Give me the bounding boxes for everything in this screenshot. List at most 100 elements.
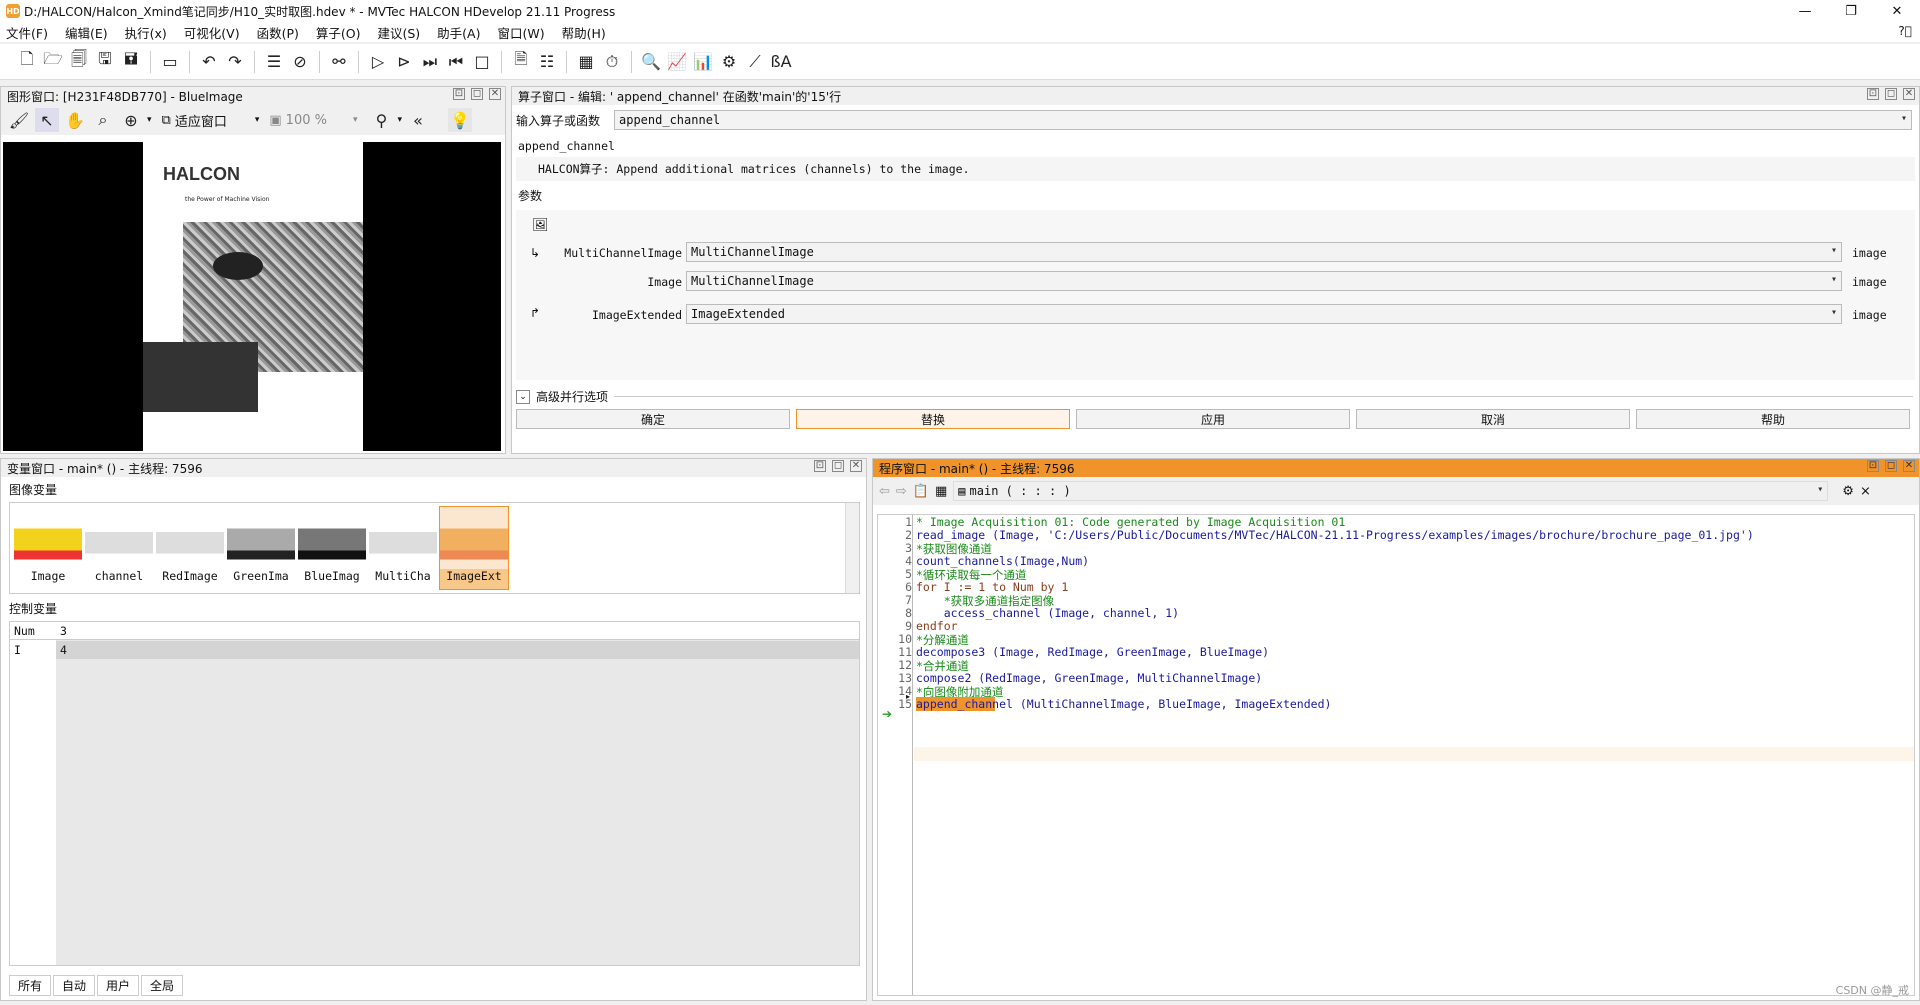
hand-icon[interactable]: ✋ xyxy=(63,108,87,132)
close-panel-icon[interactable]: ✕ xyxy=(1903,460,1915,472)
lightbulb-icon[interactable]: 💡 xyxy=(448,108,473,132)
zoom-icon[interactable]: 🔍 xyxy=(638,49,664,75)
chevron-down-icon[interactable]: ▾ xyxy=(1901,113,1907,124)
tab-global[interactable]: 全局 xyxy=(141,975,184,996)
profiler-icon[interactable]: ⏱ xyxy=(599,49,625,75)
back-icon[interactable]: ⇦ xyxy=(879,484,890,499)
chevron-down-icon[interactable]: ▾ xyxy=(398,115,403,125)
operator-input[interactable]: append_channel ▾ xyxy=(614,110,1912,130)
zoom-combo[interactable]: ▣ 100 % ▾ xyxy=(269,113,357,128)
menu-visualize[interactable]: 可视化(V) xyxy=(184,23,240,42)
menu-operators[interactable]: 算子(O) xyxy=(316,23,361,42)
menu-edit[interactable]: 编辑(E) xyxy=(65,23,108,42)
menu-execute[interactable]: 执行(x) xyxy=(125,23,167,42)
float-icon[interactable]: ⊡ xyxy=(453,88,465,100)
image-var-thumb[interactable]: Image xyxy=(14,507,82,589)
tab-auto[interactable]: 自动 xyxy=(53,975,96,996)
menu-help[interactable]: 帮助(H) xyxy=(562,23,606,42)
brush-icon[interactable]: 🖌 xyxy=(7,108,31,132)
replace-button[interactable]: 替换 xyxy=(796,409,1070,429)
gray-profile-icon[interactable]: ⟋ xyxy=(742,49,768,75)
undo-icon[interactable]: ↶ xyxy=(196,49,222,75)
reset-icon[interactable]: 🗎 xyxy=(508,49,534,75)
insert-breakpoint-icon[interactable]: ☰ xyxy=(261,49,287,75)
float-icon[interactable]: ⊡ xyxy=(814,460,826,472)
grid-icon[interactable]: ▦ xyxy=(935,484,947,499)
clipboard-icon[interactable]: 📋 xyxy=(913,484,929,499)
advanced-options[interactable]: ⌄ 高级并行选项 xyxy=(516,388,1919,405)
context-help-icon[interactable]: ?⃞ xyxy=(1898,24,1912,38)
redo-icon[interactable]: ↷ xyxy=(222,49,248,75)
step-over-icon[interactable]: ⊳ xyxy=(391,49,417,75)
image-var-thumb[interactable]: BlueImag xyxy=(298,507,366,589)
menu-procedures[interactable]: 函数(P) xyxy=(257,23,299,42)
chevron-down-icon[interactable]: ▾ xyxy=(147,115,152,125)
close-panel-icon[interactable]: ✕ xyxy=(850,460,862,472)
param-value-combo[interactable]: MultiChannelImage ▾ xyxy=(686,242,1842,262)
tab-all[interactable]: 所有 xyxy=(9,975,52,996)
close-button[interactable]: ✕ xyxy=(1874,0,1920,22)
forward-icon[interactable]: ⇨ xyxy=(896,484,907,499)
image-acquisition-icon[interactable]: ▦ xyxy=(573,49,599,75)
code-editor[interactable]: 1 2 3 4 5 6 7 8 9 10 11 12 13 14 15 ▸ ➔ … xyxy=(877,514,1915,996)
procedure-combo[interactable]: ▤ main ( : : : ) ▾ xyxy=(953,481,1829,501)
zoom-in-icon[interactable]: ⊕ xyxy=(119,108,143,132)
ok-button[interactable]: 确定 xyxy=(516,409,790,429)
pointer-icon[interactable]: ↖ xyxy=(35,108,59,132)
save-icon[interactable]: 🖫 xyxy=(92,49,118,75)
line-number: 5 xyxy=(905,567,912,581)
program-title: 程序窗口 - main* () - 主线程: 7596 xyxy=(879,461,1075,476)
find-icon[interactable]: ⚯ xyxy=(326,49,352,75)
open-file-icon[interactable]: 🗁 xyxy=(40,49,66,75)
param-value-combo[interactable]: MultiChannelImage ▾ xyxy=(686,271,1842,291)
float-icon[interactable]: ⊡ xyxy=(1867,460,1879,472)
camera-icon[interactable]: ▭ xyxy=(157,49,183,75)
image-var-thumb[interactable]: channel xyxy=(85,507,153,589)
image-var-thumb[interactable]: RedImage xyxy=(156,507,224,589)
run-icon[interactable]: ▷ xyxy=(365,49,391,75)
table-row[interactable]: Num 3 xyxy=(10,622,859,640)
tab-user[interactable]: 用户 xyxy=(97,975,140,996)
histogram-icon[interactable]: 📊 xyxy=(690,49,716,75)
close-panel-icon[interactable]: ✕ xyxy=(489,88,501,100)
maximize-panel-icon[interactable]: ◻ xyxy=(1885,460,1897,472)
menu-window[interactable]: 窗口(W) xyxy=(497,23,544,42)
ocr-icon[interactable]: ßA xyxy=(768,49,794,75)
close-panel-icon[interactable]: ✕ xyxy=(1903,88,1915,100)
menu-suggestions[interactable]: 建议(S) xyxy=(377,23,420,42)
fit-window-button[interactable]: ⧉ 适应窗口 ▾ xyxy=(162,111,260,130)
report-icon[interactable]: ☷ xyxy=(534,49,560,75)
maximize-button[interactable]: ❐ xyxy=(1828,0,1874,22)
maximize-panel-icon[interactable]: ◻ xyxy=(1885,88,1897,100)
collapse-icon[interactable]: « xyxy=(406,108,430,132)
graphics-header: 图形窗口: [H231F48DB770] - BlueImage ⊡ ◻ ✕ xyxy=(1,87,505,105)
param-value-combo[interactable]: ImageExtended ▾ xyxy=(686,304,1842,324)
feature-inspection-icon[interactable]: ⚙ xyxy=(716,49,742,75)
minimize-button[interactable]: — xyxy=(1782,0,1828,22)
float-icon[interactable]: ⊡ xyxy=(1867,88,1879,100)
step-out-icon[interactable]: ⏮ xyxy=(443,49,469,75)
image-vars-scrollbar[interactable] xyxy=(845,503,859,593)
image-var-thumb-selected[interactable]: ImageExt xyxy=(439,506,509,590)
apply-button[interactable]: 应用 xyxy=(1076,409,1350,429)
magnifier-icon[interactable]: ⌕ xyxy=(91,108,115,132)
procedure-settings-icon[interactable]: ⚙ xyxy=(1842,484,1854,499)
open-example-icon[interactable]: 🗐 xyxy=(66,49,92,75)
help-button[interactable]: 帮助 xyxy=(1636,409,1910,429)
step-into-icon[interactable]: ⏭ xyxy=(417,49,443,75)
clear-icon[interactable]: ⨯ xyxy=(1860,484,1871,499)
save-all-icon[interactable]: 🖬 xyxy=(118,49,144,75)
menu-assistants[interactable]: 助手(A) xyxy=(437,23,480,42)
stop-icon[interactable]: □ xyxy=(469,49,495,75)
new-file-icon[interactable]: 🗋 xyxy=(14,49,40,75)
line-profile-icon[interactable]: 📈 xyxy=(664,49,690,75)
table-row-selected[interactable]: I 4 xyxy=(10,641,859,659)
draw-shapes-icon[interactable]: ⚲ xyxy=(370,108,394,132)
cancel-button[interactable]: 取消 xyxy=(1356,409,1630,429)
maximize-panel-icon[interactable]: ◻ xyxy=(832,460,844,472)
menu-file[interactable]: 文件(F) xyxy=(6,23,48,42)
maximize-panel-icon[interactable]: ◻ xyxy=(471,88,483,100)
image-var-thumb[interactable]: GreenIma xyxy=(227,507,295,589)
image-var-thumb[interactable]: MultiCha xyxy=(369,507,437,589)
remove-breakpoint-icon[interactable]: ⊘ xyxy=(287,49,313,75)
